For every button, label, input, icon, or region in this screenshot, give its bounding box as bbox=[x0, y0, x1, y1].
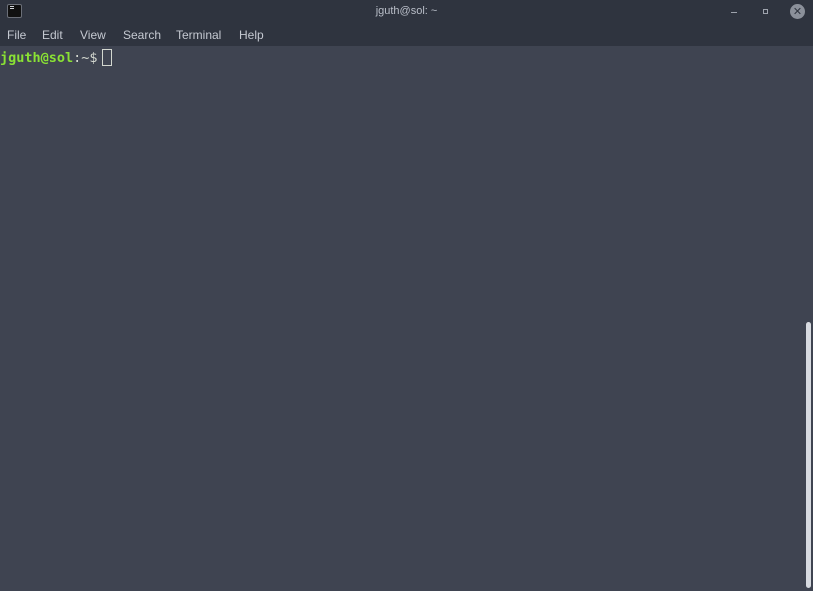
menu-search[interactable]: Search bbox=[123, 24, 161, 46]
window-title: jguth@sol: ~ bbox=[375, 5, 438, 17]
menu-edit[interactable]: Edit bbox=[42, 24, 63, 46]
prompt-line: jguth@sol:~$ bbox=[0, 49, 112, 67]
prompt-path: :~$ bbox=[73, 50, 98, 66]
menu-help[interactable]: Help bbox=[239, 24, 264, 46]
menu-view[interactable]: View bbox=[80, 24, 106, 46]
minimize-icon bbox=[731, 12, 737, 13]
prompt-user-host: jguth@sol bbox=[0, 50, 74, 66]
menu-file[interactable]: File bbox=[7, 24, 26, 46]
menu-terminal[interactable]: Terminal bbox=[176, 24, 221, 46]
close-icon: ✕ bbox=[792, 5, 803, 18]
scrollbar-thumb[interactable] bbox=[806, 322, 811, 588]
close-button[interactable]: ✕ bbox=[790, 4, 805, 19]
minimize-button[interactable] bbox=[727, 4, 741, 20]
terminal-output[interactable]: jguth@sol:~$ bbox=[0, 46, 804, 591]
text-cursor bbox=[101, 49, 112, 66]
maximize-icon bbox=[763, 9, 768, 14]
maximize-button[interactable] bbox=[759, 4, 773, 20]
vertical-scrollbar[interactable] bbox=[804, 46, 813, 591]
title-bar[interactable]: jguth@sol: ~ ✕ bbox=[0, 0, 813, 24]
terminal-window: jguth@sol: ~ ✕ File Edit View Search Ter… bbox=[0, 0, 813, 591]
menu-bar: File Edit View Search Terminal Help bbox=[0, 24, 813, 46]
